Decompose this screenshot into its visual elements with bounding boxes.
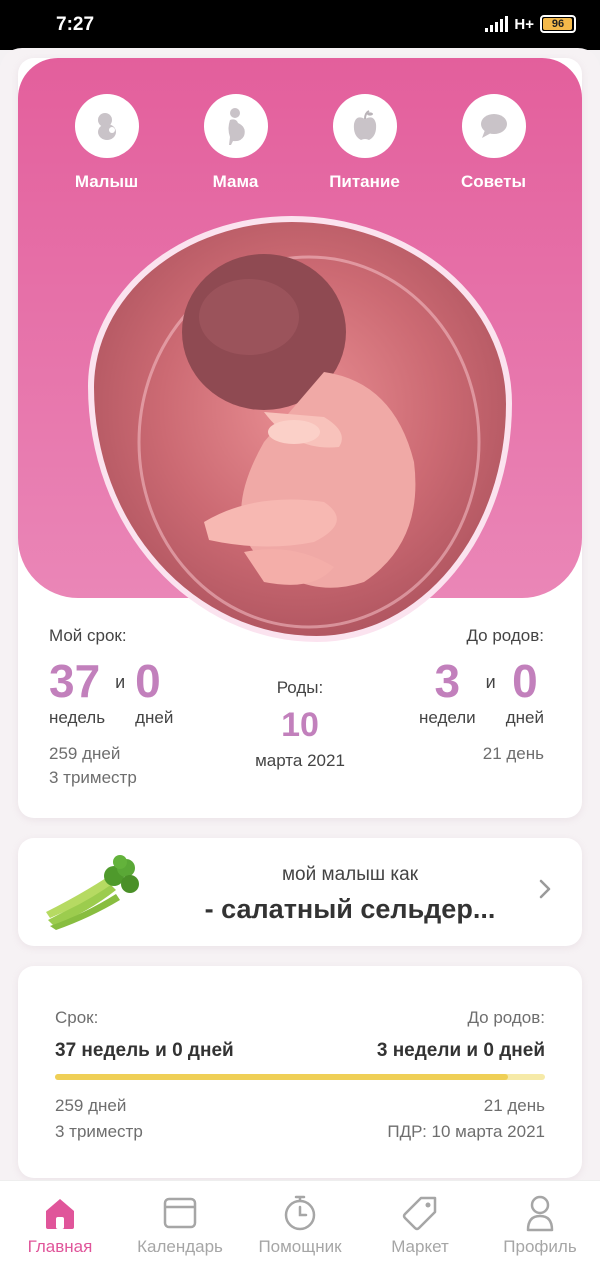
category-nutrition[interactable]: Питание — [310, 94, 420, 192]
apple-icon — [332, 94, 397, 158]
bottom-tab-bar: Главная Календарь Помощник Маркет Профил… — [0, 1180, 600, 1266]
category-mom[interactable]: Мама — [181, 94, 291, 192]
category-baby[interactable]: Малыш — [52, 94, 162, 192]
progress-until-value: 3 недели и 0 дней — [376, 1040, 545, 1061]
progress-trimester: 3 триместр — [55, 1122, 143, 1141]
tag-icon — [360, 1193, 480, 1233]
current-term-label: Мой срок: — [49, 626, 127, 645]
progress-days-left: 21 день — [483, 1096, 545, 1115]
until-days-unit: дней — [505, 708, 544, 727]
tab-calendar[interactable]: Календарь — [120, 1181, 240, 1266]
battery-level: 96 — [551, 18, 565, 30]
tab-home[interactable]: Главная — [0, 1181, 120, 1266]
until-and: и — [485, 672, 496, 692]
chevron-right-icon — [538, 878, 552, 905]
tab-label: Календарь — [137, 1237, 223, 1256]
term-stats: Мой срок: 37 недель и 0 дней 259 дней 3 … — [18, 618, 582, 818]
celery-image — [40, 854, 148, 930]
tab-assistant[interactable]: Помощник — [240, 1181, 360, 1266]
category-tips[interactable]: Советы — [439, 94, 549, 192]
birth-day: 10 — [281, 706, 319, 744]
until-weeks-unit: недели — [418, 708, 476, 727]
tab-label: Главная — [27, 1237, 93, 1256]
comparison-intro: мой малыш как — [281, 864, 419, 885]
tab-profile[interactable]: Профиль — [480, 1181, 600, 1266]
until-birth-label: До родов: — [466, 626, 544, 645]
progress-term-value: 37 недель и 0 дней — [55, 1040, 234, 1061]
progress-until-label: До родов: — [467, 1008, 545, 1027]
until-birth: До родов: 3 недели и 0 дней 21 день — [419, 626, 544, 766]
category-label: Советы — [461, 172, 526, 191]
category-label: Питание — [329, 172, 400, 191]
birth-month-year: марта 2021 — [255, 751, 345, 770]
calendar-icon — [120, 1193, 240, 1233]
progress-card: Срок: До родов: 37 недель и 0 дней 3 нед… — [18, 966, 582, 1178]
until-total-days: 21 день — [482, 744, 544, 763]
tab-label: Профиль — [503, 1237, 577, 1256]
status-time: 7:27 — [56, 14, 95, 35]
progress-due-date: ПДР: 10 марта 2021 — [387, 1122, 545, 1141]
term-days-unit: дней — [135, 708, 174, 727]
term-total-days: 259 дней — [49, 744, 121, 763]
progress-term-label: Срок: — [55, 1008, 99, 1027]
pregnancy-hero-card: Малыш Мама Питание Советы Мой срок: 37 н… — [18, 58, 582, 818]
tab-label: Помощник — [258, 1237, 342, 1256]
birth-date: Роды: 10 марта 2021 — [228, 678, 372, 771]
term-weeks-unit: недель — [49, 708, 106, 727]
home-icon — [0, 1193, 120, 1233]
until-weeks: 3 — [434, 655, 461, 707]
baby-size-card[interactable]: мой малыш как - салатный сельдер... — [18, 838, 582, 946]
chat-bubble-icon — [461, 94, 526, 158]
tab-label: Маркет — [391, 1237, 449, 1256]
stopwatch-icon — [240, 1193, 360, 1233]
birth-label: Роды: — [276, 678, 324, 697]
profile-icon — [480, 1193, 600, 1233]
pregnancy-progress-bar — [55, 1074, 545, 1080]
current-term: Мой срок: 37 недель и 0 дней 259 дней 3 … — [49, 626, 173, 790]
comparison-item: - салатный сельдер... — [204, 894, 496, 924]
term-weeks: 37 — [49, 655, 101, 707]
term-days: 0 — [135, 655, 161, 707]
category-bar: Малыш Мама Питание Советы — [18, 94, 582, 192]
progress-days: 259 дней — [55, 1096, 127, 1115]
status-bar: 7:27 H+ 96 — [0, 0, 600, 50]
term-and: и — [115, 672, 126, 692]
battery-icon: 96 — [540, 15, 576, 33]
category-label: Мама — [212, 172, 259, 191]
until-days: 0 — [512, 655, 538, 707]
progress-fill — [55, 1074, 509, 1080]
baby-icon — [74, 94, 139, 158]
category-label: Малыш — [74, 172, 139, 191]
signal-icon — [485, 16, 509, 32]
pregnant-mom-icon — [203, 94, 268, 158]
tab-market[interactable]: Маркет — [360, 1181, 480, 1266]
network-type: H+ — [514, 15, 534, 33]
term-trimester: 3 триместр — [49, 768, 137, 787]
